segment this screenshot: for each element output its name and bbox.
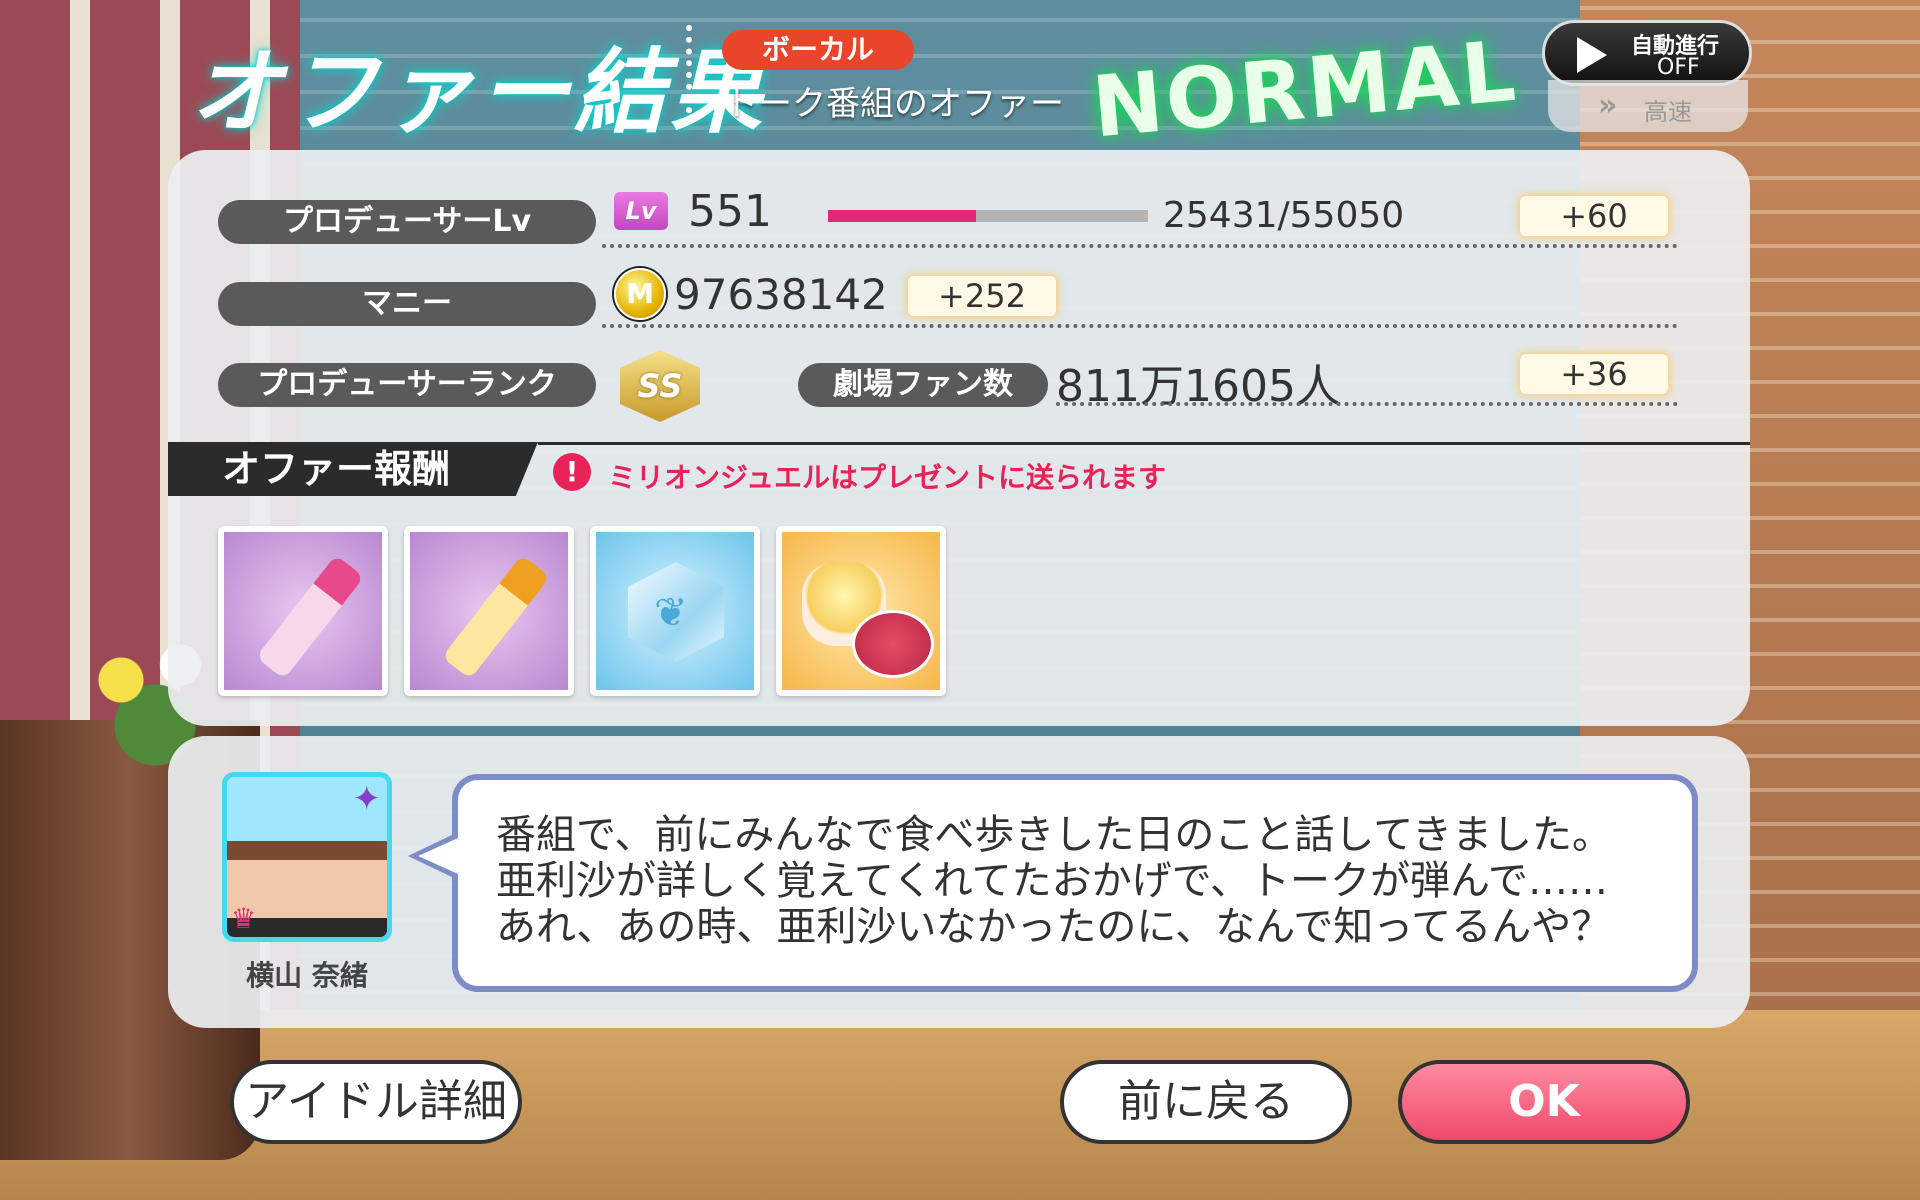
money-gain-badge: +252 [908,276,1056,316]
producer-rank-label: プロデューサーランク [218,363,596,407]
reward-item[interactable] [218,526,388,696]
fast-forward-icon: » [1598,88,1618,123]
rewards-divider [538,442,1750,445]
offer-name: トーク番組のオファー [724,84,1064,124]
compact-icon [852,610,934,678]
dialogue-line: あれ、あの時、亜利沙いなかったのに、なんで知ってるんや？ [496,904,1612,950]
producer-lv-label: プロデューサーLv [218,200,596,244]
money-label: マニー [218,282,596,326]
back-button[interactable]: 前に戻る [1060,1060,1352,1144]
reward-item[interactable] [776,526,946,696]
butterfly-icon: ❦ [654,590,688,636]
rewards-header: オファー報酬 [168,442,538,496]
warning-icon: ! [553,453,591,491]
auto-advance-button[interactable]: 自動進行 OFF [1542,20,1752,86]
sparkle-star-icon: ✦ [352,779,382,819]
title-separator [686,25,692,125]
auto-advance-state: OFF [1657,55,1700,80]
idol-portrait[interactable]: ✦ ♛ [222,772,392,942]
exp-progress-text: 25431/55050 [1163,195,1405,236]
category-badge: ボーカル [722,30,914,70]
theater-fans-label: 劇場ファン数 [798,363,1048,407]
speaker-name: 横山 奈緒 [246,959,368,992]
exp-progress-bar [828,210,1148,222]
row-divider [602,324,1678,328]
gold-lipstick-icon [441,554,551,680]
dialogue-line: 番組で、前にみんなで食べ歩きした日のこと話してきました。 [496,812,1612,858]
rank-ss-badge: SS [620,350,700,422]
idol-detail-button[interactable]: アイドル詳細 [230,1060,522,1144]
lv-gain-badge: +60 [1520,196,1668,236]
reward-item[interactable]: ❦ [590,526,760,696]
fast-speed-label: 高速 [1644,98,1692,126]
play-icon [1577,37,1607,73]
crown-icon: ♛ [231,902,257,935]
row-divider [602,244,1678,248]
producer-lv-value: 551 [688,186,772,237]
lv-icon: Lv [614,192,668,230]
money-value: 97638142 [674,270,888,319]
dialogue-panel: ✦ ♛ 横山 奈緒 番組で、前にみんなで食べ歩きした日のこと話してきました。 亜… [168,736,1750,1028]
exp-progress-fill [828,210,976,222]
rewards-notice: ミリオンジュエルはプレゼントに送られます [608,461,1167,494]
speech-bubble: 番組で、前にみんなで食べ歩きした日のこと話してきました。 亜利沙が詳しく覚えてく… [452,774,1698,992]
money-coin-icon: M [614,268,666,320]
ok-button[interactable]: OK [1398,1060,1690,1144]
pink-lipstick-icon [255,554,365,680]
page-title: オファー結果 [190,39,767,146]
reward-item[interactable] [404,526,574,696]
result-panel: プロデューサーLv Lv 551 25431/55050 +60 マニー M 9… [168,150,1750,726]
dialogue-line: 亜利沙が詳しく覚えてくれてたおかげで、トークが弾んで…… [496,858,1608,904]
fast-speed-button[interactable]: » 高速 [1548,80,1748,132]
fans-gain-badge: +36 [1520,354,1668,394]
row-divider [1056,402,1678,406]
speech-bubble-tail-inner [418,838,458,874]
